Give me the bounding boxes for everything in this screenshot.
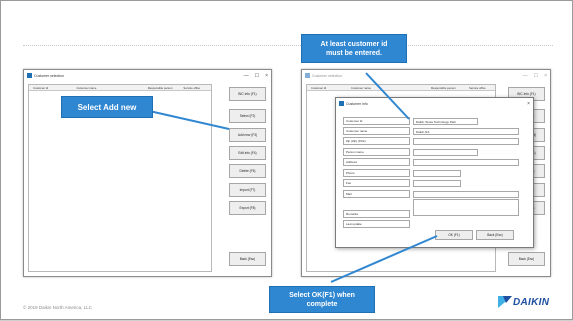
callout-line: At least customer id: [320, 40, 388, 48]
tutorial-slide: Customer selection — ☐ × Customer Id Cus…: [0, 0, 573, 320]
arrow-to-ok: [330, 235, 438, 283]
callout-line: complete: [306, 300, 338, 308]
daikin-logo-icon: [498, 296, 512, 308]
arrow-to-customer-id: [365, 72, 410, 120]
daikin-logo: DAIKIN: [498, 296, 549, 308]
logo-wordmark: DAIKIN: [513, 296, 550, 308]
callout-line: Select OK(F1) when: [289, 291, 355, 299]
select-ok-callout: Select OK(F1) when complete: [269, 286, 375, 313]
callout-arrows: [135, 72, 438, 283]
copyright-footer: © 2019 Daikin North America, LLC: [23, 305, 92, 310]
callout-line: must be entered.: [325, 49, 382, 57]
customer-id-callout: At least customer id must be entered.: [301, 34, 407, 63]
select-add-new-callout: Select Add new: [61, 96, 153, 118]
